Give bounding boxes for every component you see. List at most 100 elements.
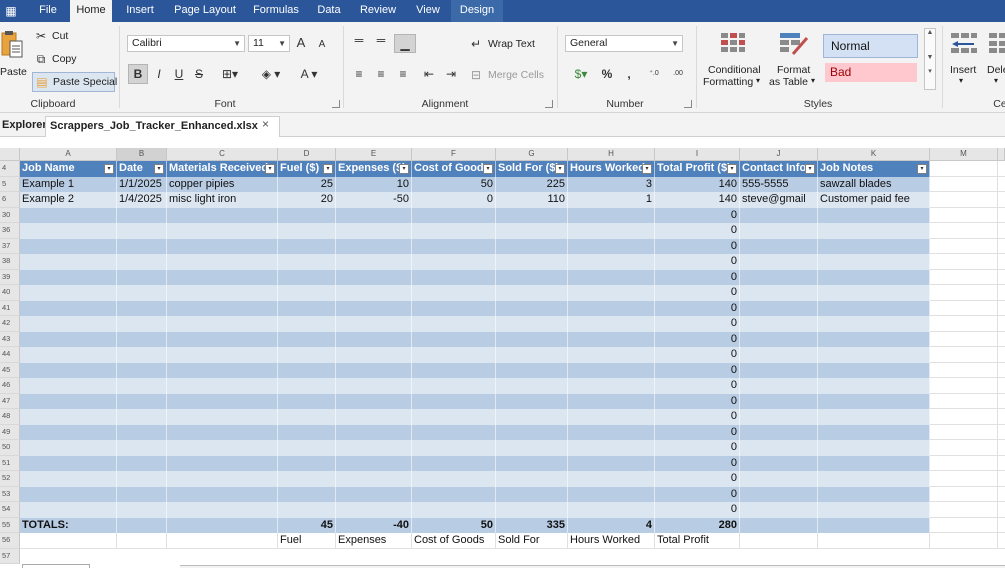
table-cell[interactable]: 0 (655, 285, 740, 301)
table-header-cell[interactable]: Cost of Goods ▾ (412, 161, 496, 177)
table-cell[interactable] (496, 362, 568, 378)
table-cell[interactable] (20, 254, 117, 270)
table-cell[interactable] (167, 533, 278, 549)
table-cell[interactable] (336, 223, 412, 239)
table-cell[interactable] (278, 393, 336, 409)
table-cell[interactable] (336, 207, 412, 223)
table-cell[interactable] (336, 238, 412, 254)
table-cell[interactable] (412, 269, 496, 285)
table-cell[interactable] (496, 455, 568, 471)
fill-color-button[interactable]: ◈ ▾ (256, 66, 286, 82)
table-cell[interactable] (740, 455, 818, 471)
table-cell[interactable] (336, 502, 412, 518)
grid-cell[interactable] (930, 176, 998, 192)
table-cell[interactable] (740, 285, 818, 301)
table-cell[interactable] (20, 533, 117, 549)
cell-style-bad[interactable]: Bad (825, 63, 917, 82)
grid-cell[interactable] (998, 487, 1005, 502)
table-cell[interactable] (818, 285, 930, 301)
grid-cell[interactable] (930, 486, 998, 502)
grid-cell[interactable] (930, 192, 998, 208)
table-cell[interactable] (278, 409, 336, 425)
app-menu-icon[interactable]: ▦ (0, 0, 22, 22)
table-cell[interactable] (568, 316, 655, 332)
table-cell[interactable] (278, 455, 336, 471)
table-cell[interactable] (167, 331, 278, 347)
table-cell[interactable] (278, 502, 336, 518)
table-cell[interactable]: 0 (655, 393, 740, 409)
grid-cell[interactable] (930, 269, 998, 285)
table-cell[interactable]: Customer paid fee (818, 192, 930, 208)
grid-cell[interactable] (998, 301, 1005, 316)
grid-cell[interactable] (998, 192, 1005, 208)
align-left-button[interactable]: ≡ (352, 66, 366, 82)
table-cell[interactable]: 0 (655, 409, 740, 425)
table-cell[interactable] (568, 331, 655, 347)
sheet-tab[interactable] (22, 564, 90, 568)
align-right-button[interactable]: ≡ (396, 66, 410, 82)
table-cell[interactable] (167, 362, 278, 378)
grid-cell[interactable] (930, 502, 998, 518)
paste-button[interactable]: Paste (0, 26, 28, 82)
filter-dropdown-icon[interactable]: ▾ (483, 164, 493, 174)
table-cell[interactable] (278, 285, 336, 301)
table-cell[interactable] (117, 300, 167, 316)
font-dialog-launcher-icon[interactable] (332, 100, 340, 108)
table-cell[interactable] (336, 254, 412, 270)
table-cell[interactable] (20, 207, 117, 223)
table-cell[interactable] (412, 347, 496, 363)
filter-dropdown-icon[interactable]: ▾ (104, 164, 114, 174)
table-cell[interactable] (20, 502, 117, 518)
table-cell[interactable] (568, 285, 655, 301)
row-header[interactable]: 37 (0, 238, 20, 254)
row-header[interactable]: 6 (0, 192, 20, 208)
table-cell[interactable] (117, 517, 167, 533)
column-header-j[interactable]: J (740, 148, 818, 161)
table-cell[interactable] (568, 238, 655, 254)
grid-cell[interactable] (998, 502, 1005, 518)
filter-dropdown-icon[interactable]: ▾ (642, 164, 652, 174)
table-cell[interactable] (336, 486, 412, 502)
table-cell[interactable] (740, 207, 818, 223)
grid-cell[interactable] (998, 239, 1005, 254)
grid-cell[interactable] (930, 424, 998, 440)
grid-cell[interactable] (998, 471, 1005, 487)
table-cell[interactable] (740, 300, 818, 316)
table-cell[interactable] (167, 471, 278, 487)
table-header-cell[interactable]: Expenses ($) ▾ (336, 161, 412, 177)
table-cell[interactable] (278, 424, 336, 440)
format-as-table-button[interactable]: Format as Table ▾ (768, 30, 820, 92)
column-header-m[interactable]: M (930, 148, 998, 161)
table-cell[interactable] (117, 285, 167, 301)
row-header[interactable]: 56 (0, 533, 20, 549)
table-cell[interactable] (117, 331, 167, 347)
row-header[interactable]: 42 (0, 316, 20, 332)
row-header[interactable]: 36 (0, 223, 20, 239)
table-cell[interactable] (740, 533, 818, 549)
column-header-c[interactable]: C (167, 148, 278, 161)
table-cell[interactable] (568, 207, 655, 223)
grid-cell[interactable] (930, 254, 998, 270)
table-cell[interactable]: Fuel (278, 533, 336, 549)
table-cell[interactable] (412, 502, 496, 518)
table-cell[interactable] (568, 362, 655, 378)
table-cell[interactable] (568, 254, 655, 270)
wrap-text-button[interactable]: ↵ Wrap Text (468, 36, 542, 52)
grid-cell[interactable] (998, 223, 1005, 239)
spreadsheet-grid[interactable]: ABCDEFGHIJKM 4 Job Name ▾ Date ▾ Materials Re… (0, 137, 1005, 568)
table-cell[interactable] (20, 440, 117, 456)
delete-cells-button[interactable]: Dele ▾ (984, 30, 1005, 92)
table-cell[interactable] (278, 471, 336, 487)
table-cell[interactable] (818, 254, 930, 270)
table-cell[interactable] (740, 424, 818, 440)
table-cell[interactable] (740, 223, 818, 239)
table-cell[interactable] (117, 378, 167, 394)
table-cell[interactable] (20, 471, 117, 487)
table-cell[interactable] (336, 378, 412, 394)
grid-cell[interactable] (930, 300, 998, 316)
table-cell[interactable] (568, 300, 655, 316)
table-cell[interactable] (20, 238, 117, 254)
table-cell[interactable]: Cost of Goods (412, 533, 496, 549)
grid-cell[interactable] (930, 440, 998, 456)
table-cell[interactable] (740, 486, 818, 502)
